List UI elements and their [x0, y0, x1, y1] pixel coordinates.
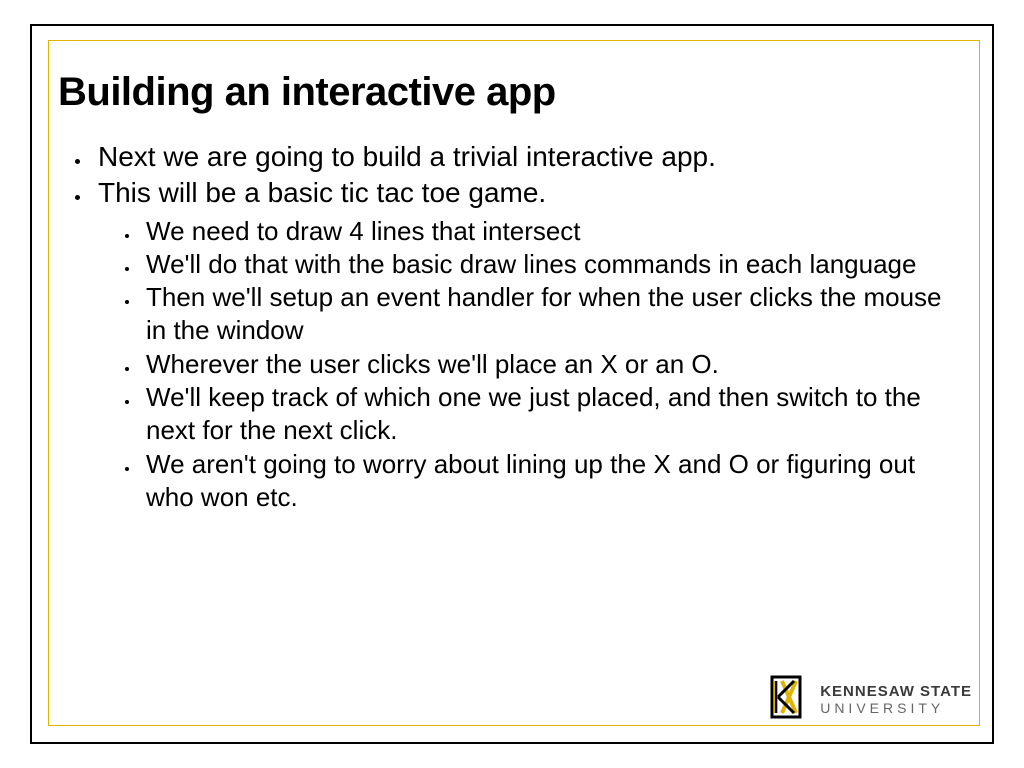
bullet-text: This will be a basic tic tac toe game. — [98, 177, 546, 208]
ksu-logo-icon — [762, 673, 810, 726]
sub-bullet-item: Then we'll setup an event handler for wh… — [140, 281, 966, 348]
sub-bullet-item: We need to draw 4 lines that intersect — [140, 215, 966, 248]
sub-bullet-item: Wherever the user clicks we'll place an … — [140, 348, 966, 381]
university-logo: KENNESAW STATE UNIVERSITY — [762, 673, 972, 726]
slide-content: Building an interactive app Next we are … — [58, 70, 966, 708]
sub-bullet-list: We need to draw 4 lines that intersect W… — [98, 215, 966, 514]
logo-line2: UNIVERSITY — [820, 701, 972, 715]
sub-bullet-item: We'll do that with the basic draw lines … — [140, 248, 966, 281]
bullet-item: Next we are going to build a trivial int… — [92, 139, 966, 175]
sub-bullet-item: We aren't going to worry about lining up… — [140, 448, 966, 515]
slide-title: Building an interactive app — [58, 70, 966, 115]
bullet-list: Next we are going to build a trivial int… — [58, 139, 966, 514]
sub-bullet-item: We'll keep track of which one we just pl… — [140, 381, 966, 448]
slide-page: Building an interactive app Next we are … — [0, 0, 1024, 768]
logo-text: KENNESAW STATE UNIVERSITY — [820, 684, 972, 715]
bullet-item: This will be a basic tic tac toe game. W… — [92, 175, 966, 514]
logo-line1: KENNESAW STATE — [820, 684, 972, 699]
